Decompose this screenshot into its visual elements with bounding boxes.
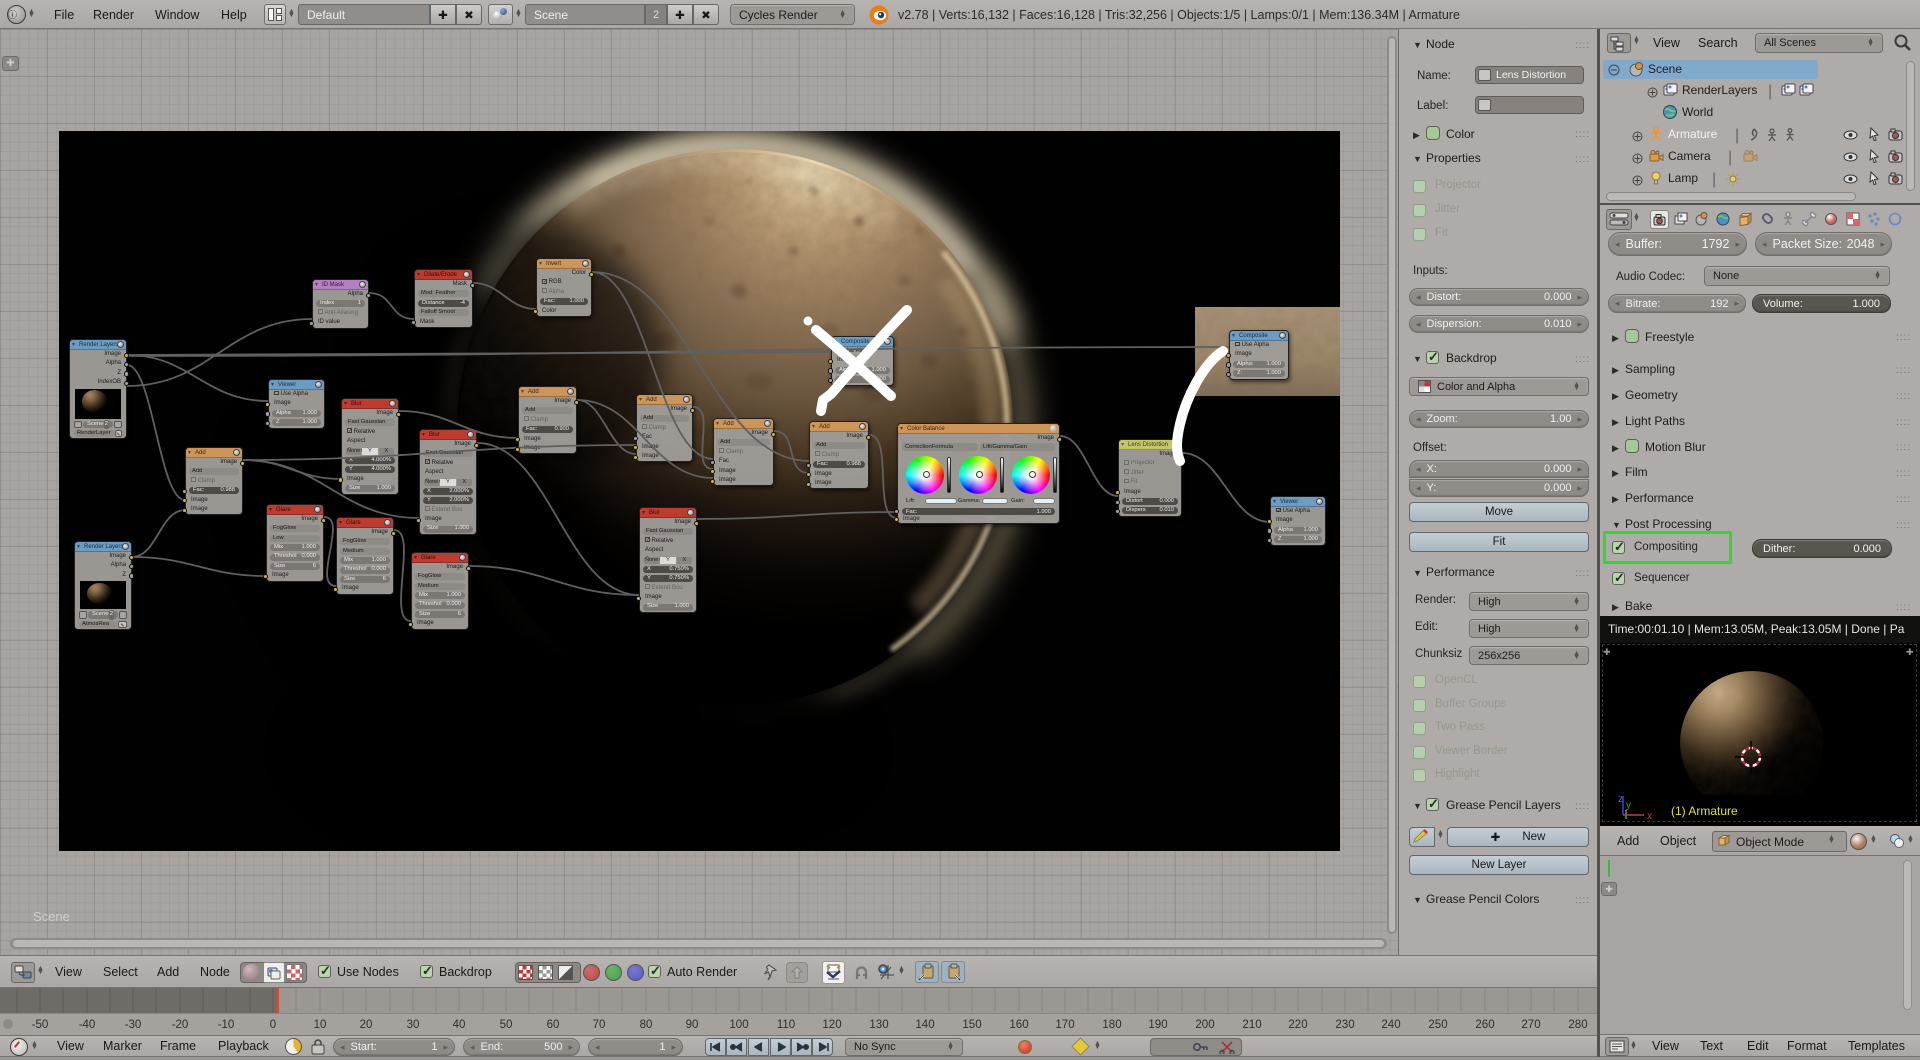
svg-text:170: 170: [1055, 1019, 1074, 1031]
svg-text:190: 190: [1148, 1019, 1167, 1031]
svg-text:160: 160: [1009, 1019, 1028, 1031]
svg-text:180: 180: [1102, 1019, 1121, 1031]
svg-text:50: 50: [500, 1019, 513, 1031]
svg-text:120: 120: [822, 1019, 841, 1031]
svg-text:250: 250: [1428, 1019, 1447, 1031]
svg-text:x: x: [1647, 811, 1652, 822]
svg-text:140: 140: [915, 1019, 934, 1031]
svg-text:20: 20: [360, 1019, 373, 1031]
svg-text:210: 210: [1242, 1019, 1261, 1031]
svg-text:200: 200: [1195, 1019, 1214, 1031]
svg-text:100: 100: [729, 1019, 748, 1031]
svg-text:40: 40: [453, 1019, 466, 1031]
svg-text:z: z: [1618, 794, 1623, 805]
svg-text:110: 110: [777, 1019, 795, 1031]
svg-text:270: 270: [1521, 1019, 1540, 1031]
svg-text:60: 60: [547, 1019, 560, 1031]
svg-text:0: 0: [270, 1019, 276, 1031]
svg-text:130: 130: [869, 1019, 888, 1031]
svg-text:280: 280: [1568, 1019, 1587, 1031]
svg-text:80: 80: [640, 1019, 653, 1031]
svg-text:240: 240: [1381, 1019, 1400, 1031]
svg-text:-10: -10: [218, 1019, 235, 1031]
svg-text:-40: -40: [79, 1019, 96, 1031]
svg-text:-50: -50: [32, 1019, 49, 1031]
svg-text:10: 10: [314, 1019, 327, 1031]
svg-text:-30: -30: [125, 1019, 142, 1031]
svg-text:-20: -20: [172, 1019, 189, 1031]
svg-text:70: 70: [593, 1019, 606, 1031]
svg-text:30: 30: [407, 1019, 420, 1031]
svg-text:230: 230: [1335, 1019, 1354, 1031]
svg-text:y: y: [1626, 800, 1631, 811]
svg-text:90: 90: [686, 1019, 699, 1031]
svg-text:260: 260: [1475, 1019, 1494, 1031]
svg-text:220: 220: [1288, 1019, 1307, 1031]
svg-text:150: 150: [962, 1019, 981, 1031]
